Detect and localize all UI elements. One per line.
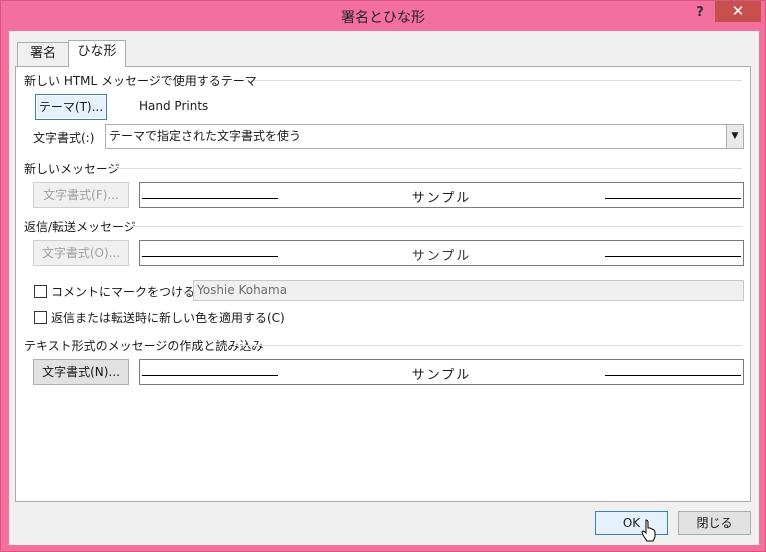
- new-message-sample-text: サンプル: [411, 191, 472, 206]
- tab-stationery[interactable]: ひな形: [68, 40, 126, 67]
- mark-comments-value: Yoshie Kohama: [197, 283, 288, 297]
- mark-comments-field[interactable]: Yoshie Kohama: [193, 280, 744, 301]
- new-color-checkbox[interactable]: [34, 311, 47, 324]
- reply-font-button-label: 文字書式(O)...: [41, 246, 121, 260]
- dialog-window: 署名とひな形 ? ✕ 署名 ひな形 新しい HTML メッセージで使用するテーマ…: [0, 0, 766, 552]
- ok-button-label: OK: [622, 516, 641, 530]
- window-title: 署名とひな形: [341, 10, 425, 26]
- plain-text-sample-text: サンプル: [411, 368, 472, 383]
- stationery-panel: 新しい HTML メッセージで使用するテーマ テーマ(T)... Hand Pr…: [15, 66, 751, 502]
- theme-button[interactable]: テーマ(T)...: [35, 94, 107, 120]
- title-bar[interactable]: 署名とひな形 ? ✕: [1, 1, 765, 31]
- divider: [234, 345, 742, 346]
- reply-sample: サンプル: [139, 240, 744, 266]
- new-message-font-button[interactable]: 文字書式(F)...: [33, 182, 129, 208]
- mouse-pointer-icon: [641, 519, 656, 542]
- close-button-label: 閉じる: [696, 516, 733, 530]
- sample-line-right: [605, 256, 741, 257]
- font-label: 文字書式(:): [33, 131, 95, 145]
- mark-comments-checkbox[interactable]: [34, 285, 47, 298]
- divider: [106, 168, 742, 169]
- divider: [130, 226, 742, 227]
- help-button[interactable]: ?: [689, 5, 711, 23]
- sample-line-right: [605, 198, 741, 199]
- new-color-label: 返信または転送時に新しい色を適用する(C): [51, 311, 285, 325]
- theme-button-label: テーマ(T)...: [38, 100, 104, 114]
- reply-font-button[interactable]: 文字書式(O)...: [33, 240, 129, 266]
- plain-text-heading: テキスト形式のメッセージの作成と読み込み: [24, 339, 264, 353]
- sample-line-right: [605, 375, 741, 376]
- ok-button[interactable]: OK: [595, 511, 668, 535]
- theme-name: Hand Prints: [139, 99, 209, 113]
- font-select-value: テーマで指定された文字書式を使う: [109, 129, 302, 143]
- close-button[interactable]: 閉じる: [678, 511, 751, 535]
- theme-section-heading: 新しい HTML メッセージで使用するテーマ: [24, 74, 257, 88]
- new-message-sample: サンプル: [139, 182, 744, 208]
- chevron-down-icon[interactable]: ▼: [726, 125, 743, 148]
- plain-text-font-button[interactable]: 文字書式(N)...: [33, 359, 129, 385]
- plain-text-font-button-label: 文字書式(N)...: [42, 365, 120, 379]
- reply-heading: 返信/転送メッセージ: [24, 220, 136, 234]
- font-select[interactable]: テーマで指定された文字書式を使う ▼: [105, 124, 744, 149]
- plain-text-sample: サンプル: [139, 359, 744, 385]
- reply-sample-text: サンプル: [411, 249, 472, 264]
- dialog-body: 署名 ひな形 新しい HTML メッセージで使用するテーマ テーマ(T)... …: [9, 31, 759, 545]
- close-window-button[interactable]: ✕: [715, 1, 761, 22]
- tab-signature[interactable]: 署名: [17, 42, 69, 66]
- new-message-font-button-label: 文字書式(F)...: [43, 188, 119, 202]
- divider: [254, 80, 742, 81]
